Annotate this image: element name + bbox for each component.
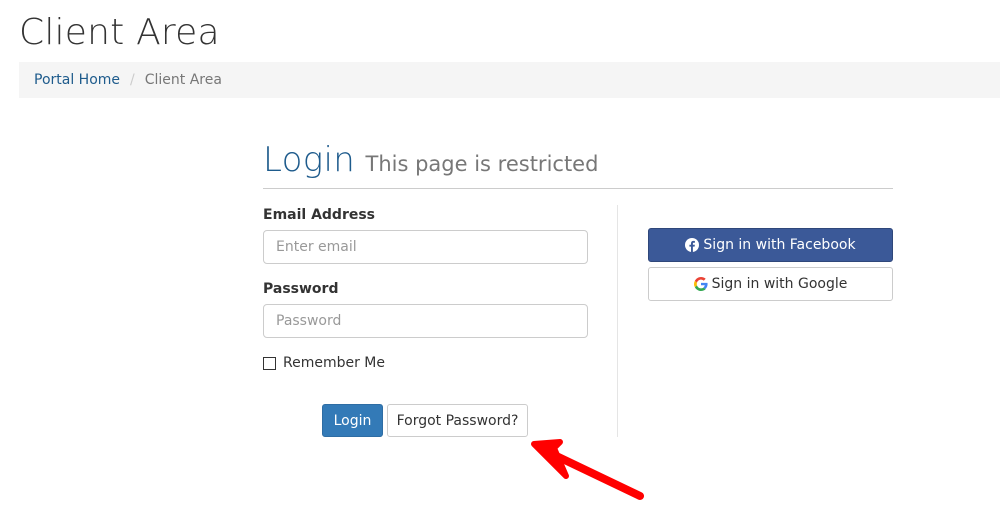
breadcrumb-separator: / — [130, 72, 135, 88]
remember-me-checkbox[interactable] — [263, 356, 276, 370]
remember-me-label: Remember Me — [283, 355, 385, 371]
email-field[interactable] — [263, 230, 588, 264]
red-arrow-icon — [531, 439, 644, 500]
email-label: Email Address — [263, 207, 376, 223]
remember-me[interactable]: Remember Me — [263, 355, 385, 371]
facebook-signin-button[interactable]: Sign in with Facebook — [648, 228, 893, 262]
google-signin-button[interactable]: Sign in with Google — [648, 267, 893, 301]
password-label: Password — [263, 281, 339, 297]
password-field[interactable] — [263, 304, 588, 338]
breadcrumb-home-link[interactable]: Portal Home — [34, 72, 120, 88]
login-button[interactable]: Login — [322, 404, 383, 437]
google-icon — [693, 277, 708, 291]
breadcrumb-current: Client Area — [144, 72, 222, 88]
google-signin-label: Sign in with Google — [711, 276, 848, 292]
login-header: Login This page is restricted — [263, 140, 893, 189]
breadcrumb: Portal Home / Client Area — [19, 62, 1000, 98]
facebook-signin-label: Sign in with Facebook — [703, 237, 856, 253]
login-heading: Login — [263, 140, 356, 180]
page-title: Client Area — [19, 12, 220, 53]
column-divider — [617, 205, 618, 437]
login-subheading: This page is restricted — [365, 152, 599, 176]
facebook-icon — [685, 238, 700, 252]
forgot-password-button[interactable]: Forgot Password? — [387, 404, 528, 437]
